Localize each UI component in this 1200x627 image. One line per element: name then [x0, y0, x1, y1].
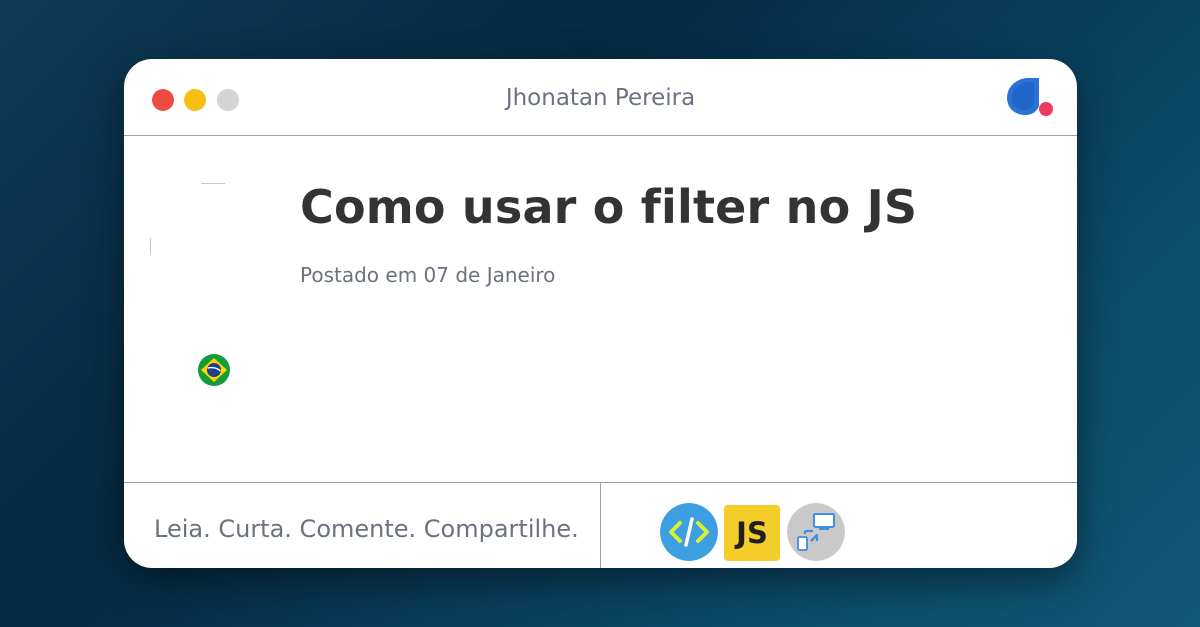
post-date: Postado em 07 de Janeiro — [300, 263, 556, 287]
avatar-outline — [201, 183, 225, 184]
code-icon — [660, 503, 718, 561]
footer-tagline: Leia. Curta. Comente. Compartilhe. — [154, 515, 579, 543]
post-card-window: Jhonatan Pereira Como usar o filter no J… — [124, 59, 1077, 568]
post-footer: Leia. Curta. Comente. Compartilhe. JS — [124, 482, 1077, 568]
window-titlebar: Jhonatan Pereira — [124, 59, 1077, 136]
javascript-icon: JS — [724, 505, 780, 561]
author-name: Jhonatan Pereira — [505, 85, 696, 111]
tools-icon — [787, 503, 845, 561]
post-title: Como usar o filter no JS — [300, 180, 918, 234]
dio-logo-icon — [1007, 78, 1053, 116]
avatar-outline-edge — [150, 238, 151, 254]
javascript-icon-label: JS — [736, 516, 768, 550]
brazil-flag-icon — [198, 354, 230, 386]
post-content: Como usar o filter no JS Postado em 07 d… — [124, 136, 1077, 482]
footer-divider — [600, 483, 601, 568]
